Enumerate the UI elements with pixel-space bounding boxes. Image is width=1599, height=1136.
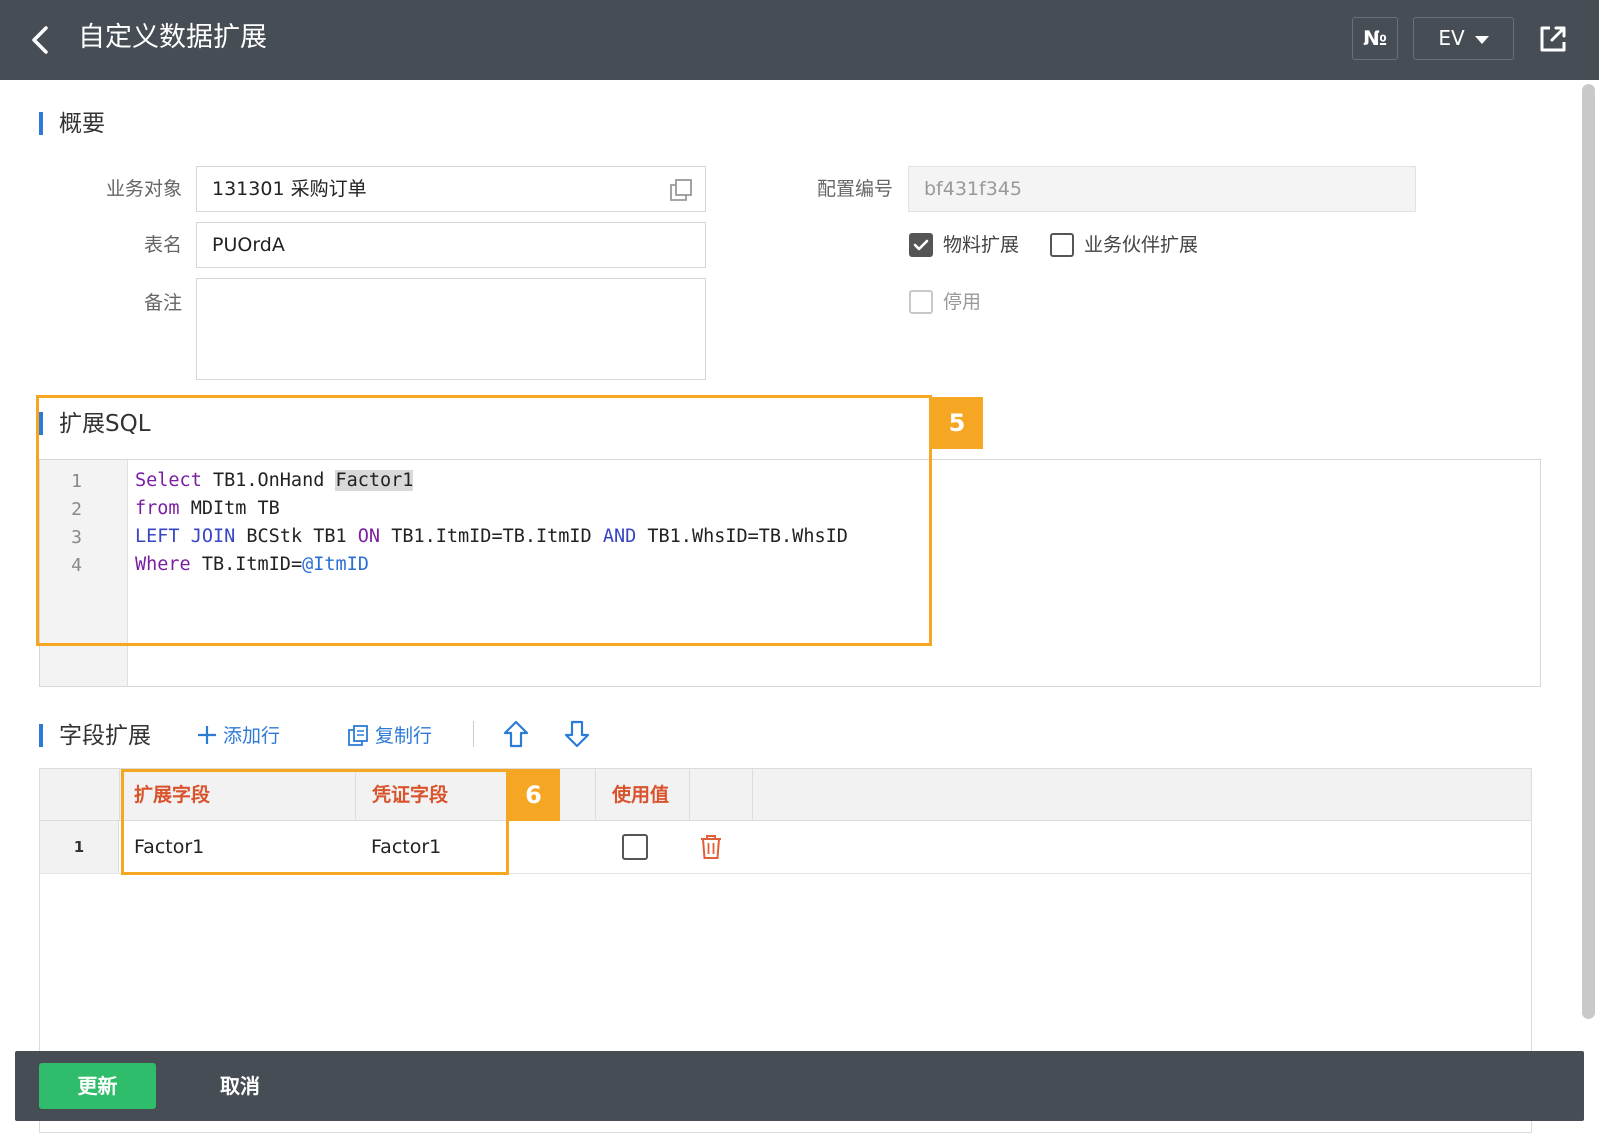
page-title: 自定义数据扩展	[78, 22, 267, 53]
header-use-value[interactable]: 使用值	[596, 769, 690, 821]
business-object-label: 业务对象	[105, 178, 182, 200]
business-object-field[interactable]: 131301 采购订单	[196, 166, 706, 212]
environment-selector-label: EV	[1438, 26, 1465, 50]
remark-textarea[interactable]	[196, 278, 706, 380]
bottom-action-bar: 更新 取消	[15, 1051, 1584, 1121]
partner-ext-label: 业务伙伴扩展	[1084, 234, 1199, 256]
annotation-badge-5: 5	[931, 397, 983, 449]
header-index-cell	[40, 769, 120, 821]
use-value-checkbox[interactable]	[622, 834, 648, 860]
copy-icon[interactable]	[669, 178, 693, 202]
section-title-fields: 字段扩展	[39, 722, 151, 750]
checkmark-icon	[913, 239, 929, 251]
plus-icon	[198, 726, 216, 744]
copy-row-button[interactable]: 复制行	[347, 722, 432, 750]
material-ext-checkbox[interactable]	[909, 233, 933, 257]
move-down-icon[interactable]	[564, 720, 590, 748]
annotation-box-5	[36, 395, 932, 646]
back-arrow-icon[interactable]	[24, 22, 56, 58]
export-icon[interactable]	[1536, 22, 1570, 56]
add-row-button[interactable]: 添加行	[196, 722, 280, 750]
update-button[interactable]: 更新	[39, 1063, 156, 1109]
environment-selector[interactable]: EV	[1413, 17, 1514, 60]
config-no-label: 配置编号	[816, 178, 893, 200]
annotation-box-6	[121, 769, 509, 875]
business-object-value: 131301 采购订单	[212, 178, 367, 200]
partner-ext-checkbox[interactable]	[1050, 233, 1074, 257]
disabled-checkbox	[909, 290, 933, 314]
section-title-overview: 概要	[39, 110, 105, 138]
annotation-badge-6: 6	[507, 769, 560, 821]
copy-row-icon	[348, 725, 368, 746]
vertical-scrollbar[interactable]	[1582, 84, 1595, 1019]
toolbar-separator	[473, 721, 474, 747]
caret-down-icon	[1474, 35, 1489, 44]
number-button[interactable]: №	[1352, 17, 1398, 60]
cancel-button[interactable]: 取消	[205, 1063, 275, 1109]
add-row-label: 添加行	[223, 725, 281, 747]
table-name-field[interactable]: PUOrdA	[196, 222, 706, 268]
move-up-icon[interactable]	[503, 720, 529, 748]
top-bar: 自定义数据扩展 № EV	[0, 0, 1599, 80]
table-name-label: 表名	[143, 234, 182, 256]
delete-icon[interactable]	[699, 834, 723, 860]
remark-label: 备注	[143, 292, 182, 314]
disabled-label: 停用	[943, 291, 982, 313]
header-action-cell	[690, 769, 753, 821]
material-ext-label: 物料扩展	[943, 234, 1020, 256]
copy-row-label: 复制行	[375, 725, 433, 747]
config-no-field: bf431f345	[908, 166, 1416, 212]
